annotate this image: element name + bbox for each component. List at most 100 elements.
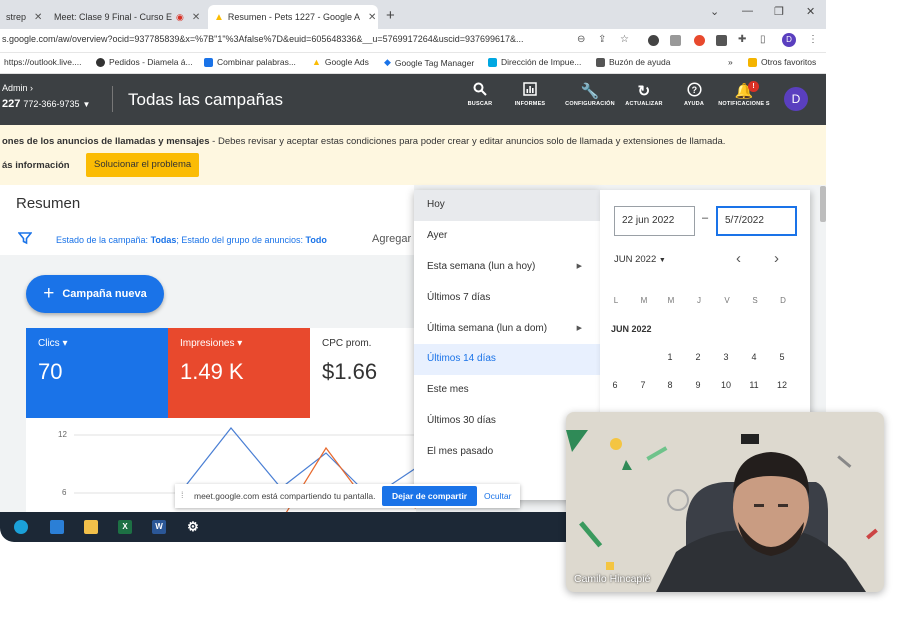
close-tab-icon[interactable]: ✕ [192, 12, 200, 23]
date-option-today[interactable]: Hoy [414, 190, 600, 221]
browser-tab[interactable]: Meet: Clase 9 Final - Curso E ◉ ✕ [44, 5, 204, 29]
share-icon[interactable]: ⇪ [598, 34, 606, 45]
bookmark-item[interactable]: Buzón de ayuda [596, 57, 670, 67]
bookmark-item[interactable]: Combinar palabras... [204, 57, 296, 67]
extension-icon[interactable] [670, 35, 681, 46]
close-tab-icon[interactable]: ✕ [368, 12, 376, 23]
notification-badge: ! [748, 81, 759, 92]
tool-label: AYUDA [683, 101, 705, 107]
calendar-day[interactable]: 4 [746, 352, 762, 362]
drag-handle-icon[interactable]: ⁞ [181, 490, 184, 500]
close-window-button[interactable]: ✕ [806, 5, 815, 18]
minimize-button[interactable]: — [742, 5, 753, 17]
svg-text:?: ? [691, 85, 697, 95]
new-campaign-label: Campaña nueva [62, 288, 147, 300]
more-bookmarks-button[interactable]: » [728, 57, 733, 67]
date-picker-panel: 22 jun 2022 – 5/7/2022 JUN 2022 ▼ ‹ › L … [600, 190, 810, 420]
close-tab-icon[interactable]: ✕ [34, 12, 42, 23]
date-option-yesterday[interactable]: Ayer [414, 221, 600, 252]
metric-card-clicks[interactable]: Clics ▾ 70 [26, 328, 168, 418]
tab-title: strep [6, 12, 27, 22]
active-filters[interactable]: Estado de la campaña: Todas; Estado del … [56, 235, 327, 245]
wrench-icon: 🔧 [580, 83, 600, 100]
month-select[interactable]: JUN 2022 ▼ [614, 254, 666, 265]
menu-dots-icon[interactable]: ⋮ [808, 34, 818, 45]
zoom-icon[interactable]: ⊖ [577, 34, 585, 45]
help-tool-button[interactable]: ? AYUDA [678, 82, 710, 107]
calendar-day[interactable]: 2 [690, 352, 706, 362]
prev-month-button[interactable]: ‹ [736, 250, 741, 267]
date-option-last-week[interactable]: Última semana (lun a dom) ▶ [414, 314, 600, 345]
extension-icon[interactable] [716, 35, 727, 46]
reports-tool-button[interactable]: INFORMES [510, 82, 550, 107]
calendar-day[interactable]: 10 [718, 380, 734, 390]
date-option-this-month[interactable]: Este mes [414, 375, 600, 406]
hide-notice-link[interactable]: Ocultar [484, 491, 511, 501]
word-icon[interactable]: W [152, 520, 166, 534]
edge-icon[interactable] [14, 520, 28, 534]
account-id: 227 [2, 98, 21, 110]
start-date-input[interactable]: 22 jun 2022 [614, 206, 695, 236]
next-month-button[interactable]: › [774, 250, 779, 267]
bookmark-item[interactable]: https://outlook.live.... [4, 57, 81, 67]
warning-message-bold: ones de los anuncios de llamadas y mensa… [2, 136, 210, 147]
folder-icon[interactable] [84, 520, 98, 534]
calendar-day[interactable]: 1 [662, 352, 678, 362]
tab-title: Meet: Clase 9 Final - Curso E [54, 12, 173, 22]
opera-extension-icon[interactable] [694, 35, 705, 46]
metric-card-impressions[interactable]: Impresiones ▾ 1.49 K [168, 328, 310, 418]
mail-icon[interactable] [50, 520, 64, 534]
profile-avatar[interactable]: D [782, 33, 796, 47]
calendar-day[interactable]: 5 [774, 352, 790, 362]
date-option-this-week[interactable]: Esta semana (lun a hoy) ▶ [414, 252, 600, 283]
url-field[interactable]: s.google.com/aw/overview?ocid=937785839&… [2, 34, 570, 44]
filter-value-campaign: Todas [150, 235, 177, 245]
more-info-link[interactable]: ás información [2, 160, 70, 171]
excel-icon[interactable]: X [118, 520, 132, 534]
bookmark-item[interactable]: ◆ Google Tag Manager [384, 57, 474, 68]
bookmark-item[interactable]: Pedidos - Diamela á... [96, 57, 193, 67]
fix-problem-button[interactable]: Solucionar el problema [86, 153, 200, 177]
end-date-input[interactable]: 5/7/2022 [716, 206, 797, 236]
new-tab-button[interactable]: + [386, 7, 395, 24]
bookmark-item[interactable]: ▲ Google Ads [312, 57, 369, 67]
add-filter-button[interactable]: Agregar [372, 233, 411, 245]
weekday-label: V [724, 296, 730, 305]
filter-icon[interactable] [17, 231, 33, 248]
weekday-label: L [613, 296, 619, 305]
bookmark-label: Google Tag Manager [394, 57, 475, 68]
extension-icon[interactable] [648, 35, 659, 46]
calendar-day[interactable]: 7 [635, 380, 651, 390]
other-favorites-folder[interactable]: Otros favoritos [748, 57, 816, 67]
browser-tab[interactable]: strep ✕ [0, 5, 42, 29]
refresh-tool-button[interactable]: ↻ ACTUALIZAR [622, 82, 666, 107]
user-avatar[interactable]: D [784, 87, 808, 111]
settings-icon[interactable]: ⚙ [186, 520, 200, 534]
bookmark-star-icon[interactable]: ☆ [620, 34, 629, 45]
bookmark-item[interactable]: Dirección de Impue... [488, 57, 581, 67]
bookmark-favicon-icon [488, 57, 497, 67]
search-tool-button[interactable]: BUSCAR [462, 82, 498, 107]
new-campaign-button[interactable]: + Campaña nueva [26, 275, 164, 313]
notifications-tool-button[interactable]: 🔔 NOTIFICACIONE S [716, 82, 772, 107]
browser-tab-active[interactable]: ▲ Resumen - Pets 1227 - Google A ✕ [208, 5, 378, 29]
tab-search-icon[interactable]: ⌄ [710, 5, 719, 18]
calendar-day[interactable]: 8 [662, 380, 678, 390]
calendar-day[interactable]: 12 [774, 380, 790, 390]
account-phone: 772-366-9735 [23, 99, 80, 109]
calendar-day[interactable]: 9 [690, 380, 706, 390]
page-scrollbar-thumb[interactable] [820, 186, 826, 222]
settings-tool-button[interactable]: 🔧 CONFIGURACIÓN [560, 82, 620, 107]
puzzle-icon[interactable]: ✚ [738, 34, 746, 45]
account-selector[interactable]: 227 772-366-9735 ▼ [2, 98, 90, 110]
calendar-day[interactable]: 6 [607, 380, 623, 390]
calendar-day[interactable]: 11 [746, 380, 762, 390]
date-option-last-7-days[interactable]: Últimos 7 días [414, 283, 600, 314]
calendar-day[interactable]: 3 [718, 352, 734, 362]
stop-sharing-button[interactable]: Dejar de compartir [382, 486, 478, 506]
account-switcher[interactable]: Admin › [2, 83, 33, 93]
maximize-button[interactable]: ❐ [774, 5, 784, 18]
sidepanel-icon[interactable]: ▯ [760, 34, 766, 45]
date-option-last-14-days[interactable]: Últimos 14 días [414, 344, 600, 376]
reports-icon [510, 82, 550, 101]
